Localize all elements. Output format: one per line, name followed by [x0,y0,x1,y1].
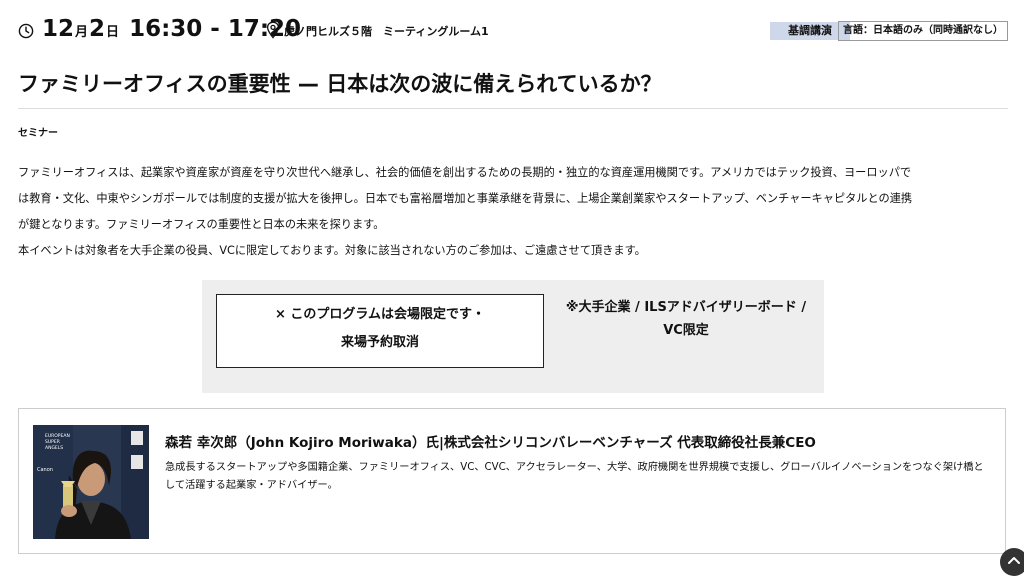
speaker-photo: EUROPEAN SUPER ANGELS Canon [33,425,149,539]
scroll-top-button[interactable] [1000,548,1024,576]
photo-backdrop-text: Canon [37,467,53,473]
session-datetime: 12 月 2 日 16:30 - 17:20 [42,16,301,46]
description-line: は教育・文化、中東やシンガポールでは制度的支援が拡大を後押し。日本でも富裕層増加… [18,192,913,205]
photo-backdrop-text: EUROPEAN [45,433,70,439]
language-badge: 言語：日本語のみ（同時通訳なし） [838,21,1008,41]
session-description: ファミリーオフィスは、起業家や資産家が資産を守り次世代へ継承し、社会的価値を創出… [18,160,1008,264]
photo-backdrop-text: SUPER [45,439,60,445]
date-day-unit: 日 [106,25,120,40]
speaker-name: 森若 幸次郎（John Kojiro Moriwaka）氏|株式会社シリコンバレ… [165,435,816,451]
session-meta: 12 月 2 日 16:30 - 17:20 虎ノ門ヒルズ５階 ミーティングルー… [18,16,1008,46]
photo-backdrop-text: ANGELS [45,445,63,451]
date-day: 2 [89,16,106,42]
speaker-card: EUROPEAN SUPER ANGELS Canon 森若 幸次郎（John … [18,408,1006,554]
title-divider [18,108,1008,109]
date-month-unit: 月 [75,25,89,40]
category-label: セミナー [18,128,58,139]
clock-icon [18,23,34,39]
description-line: ファミリーオフィスは、起業家や資産家が資産を守り次世代へ継承し、社会的価値を創出… [18,166,912,179]
arrow-up-icon [1008,557,1020,564]
reservation-closed-notice: × このプログラムは会場限定です・ 来場予約取消 [216,294,544,368]
date-month: 12 [42,16,75,42]
page-title: ファミリーオフィスの重要性 — 日本は次の波に備えられているか？ [18,72,662,96]
description-line: が鍵となります。ファミリーオフィスの重要性と日本の未来を探ります。 [18,218,385,231]
description-line: 本イベントは対象者を大手企業の役員、VCに限定しております。対象に該当されない方… [18,244,646,257]
map-pin-icon [266,21,280,39]
session-location: 虎ノ門ヒルズ５階 ミーティングルーム1 [284,25,489,38]
reservation-closed-line: × このプログラムは会場限定です・ [274,307,486,322]
attendee-restriction-note: ※大手企業 / ILSアドバイザリーボード / VC限定 [565,300,807,338]
reservation-closed-line: 来場予約取消 [340,335,419,350]
notice-panel: × このプログラムは会場限定です・ 来場予約取消 ※大手企業 / ILSアドバイ… [202,280,824,393]
speaker-bio: 急成長するスタートアップや多国籍企業、ファミリーオフィス、VC、CVC、アクセラ… [165,462,984,491]
